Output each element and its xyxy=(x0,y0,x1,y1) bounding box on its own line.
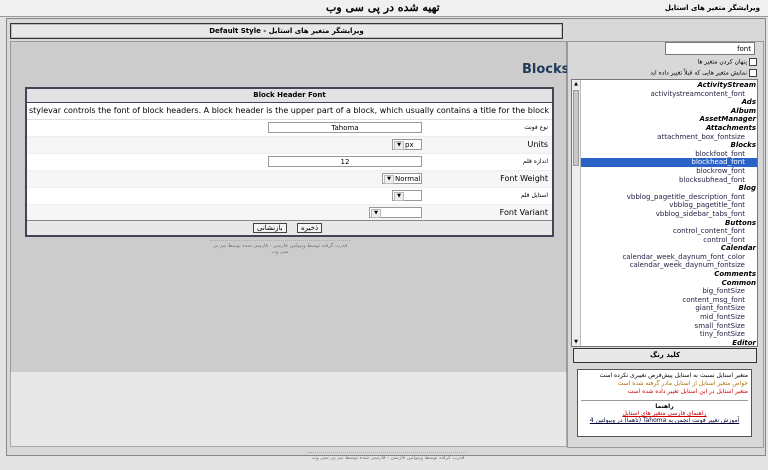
list-group-header: Comments xyxy=(714,270,756,279)
hide-vars-checkbox[interactable]: پنهان کردن متغیر ها xyxy=(698,58,757,66)
list-item[interactable]: control_font xyxy=(581,236,757,245)
scroll-down-icon[interactable]: ▼ xyxy=(572,338,580,346)
list-group-header: Album xyxy=(730,106,756,115)
list-item[interactable]: content_msg_font xyxy=(581,296,757,305)
list-item[interactable]: blockrow_font xyxy=(581,167,757,176)
list-item[interactable]: giant_fontSize xyxy=(581,304,757,313)
field-font-style: استایل قلم ▼ xyxy=(27,188,552,205)
scrollbar[interactable]: ▲ ▼ xyxy=(572,80,581,346)
field-label: اندازه قلم xyxy=(523,158,548,165)
main-pane-lower xyxy=(10,372,567,447)
help-link-guide[interactable]: راهنمای فارسی متغیر های استایل xyxy=(581,410,748,417)
select-value: px xyxy=(405,141,414,149)
checkbox-label: پنهان کردن متغیر ها xyxy=(697,58,747,66)
legend-default: متغیر استایل نسبت به استایل پیش‌فرض تغیی… xyxy=(599,372,748,379)
chevron-down-icon[interactable]: ▼ xyxy=(384,175,394,184)
list-item[interactable]: control_content_font xyxy=(581,227,757,236)
group-heading: Blocks xyxy=(522,62,570,77)
color-key-legend: متغیر استایل نسبت به استایل پیش‌فرض تغیی… xyxy=(577,369,752,437)
list-item[interactable]: small_fontSize xyxy=(581,322,757,331)
list-item[interactable]: big_fontSize xyxy=(581,287,757,296)
list-group-header: Calendar xyxy=(720,244,756,253)
list-item[interactable]: activitystreamcontent_font xyxy=(581,90,757,99)
list-items: ActivityStream activitystreamcontent_font… xyxy=(581,81,757,347)
field-label: Font Weight xyxy=(500,174,548,183)
chevron-down-icon[interactable]: ▼ xyxy=(371,209,381,218)
select-value: Normal xyxy=(395,175,421,183)
checkbox-label: نمایش متغیر هایی که قبلاً تغییر داده اید xyxy=(650,69,747,77)
app-title: ویرایشگر متغیر های استایل xyxy=(664,4,760,12)
help-title: راهنما xyxy=(655,403,674,410)
list-group-header: Buttons xyxy=(725,218,756,227)
list-group-header: AssetManager xyxy=(699,115,756,124)
list-group-header: ActivityStream xyxy=(697,81,756,89)
stylevar-list[interactable]: ▲ ▼ ActivityStream activitystreamcontent_… xyxy=(571,79,758,347)
chevron-down-icon[interactable]: ▼ xyxy=(394,141,404,150)
font-weight-select[interactable]: ▼ Normal xyxy=(382,173,422,184)
list-item[interactable]: mid_fontSize xyxy=(581,313,757,322)
chevron-down-icon[interactable]: ▼ xyxy=(394,192,404,201)
scroll-up-icon[interactable]: ▲ xyxy=(572,80,580,88)
font-style-select[interactable]: ▼ xyxy=(392,190,422,201)
form-buttons: بازنشانی ذخیره xyxy=(27,220,552,235)
divider xyxy=(308,452,468,453)
reset-button[interactable]: بازنشانی xyxy=(253,223,287,233)
list-group-header: Common xyxy=(721,278,756,287)
legend-inherited: خواص متغیر استایل از استایل مادر گرفته ش… xyxy=(617,380,748,387)
field-units: Units ▼ px xyxy=(27,137,552,154)
field-label: Font Variant xyxy=(499,208,548,217)
checkbox-box[interactable] xyxy=(749,58,757,66)
font-size-input[interactable]: 12 xyxy=(268,156,422,167)
main-footer: قدرت گرفته توسط ویبولتین فارسی - فارسی ش… xyxy=(210,240,350,255)
list-group-header: Editor xyxy=(732,338,756,347)
help-link-font-tutorial[interactable]: آموزش تغییر فونت انجمن به Tahoma (تاهما)… xyxy=(581,417,748,424)
list-group-header: Attachments xyxy=(705,123,756,132)
list-group-header: Ads xyxy=(741,98,756,107)
font-variant-select[interactable]: ▼ xyxy=(369,207,422,218)
search-input[interactable]: font xyxy=(665,42,755,55)
list-item[interactable]: vbblog_pagetitle_description_font xyxy=(581,193,757,202)
field-label: نوع فونت xyxy=(524,124,548,131)
top-bar: تهیه شده در پی سی وب ویرایشگر متغیر های … xyxy=(0,0,768,17)
footer-text: قدرت گرفته توسط ویبولتین فارسی - فارسی ش… xyxy=(311,455,465,461)
color-key-header: کلید رنگ xyxy=(573,348,757,363)
list-group-header: Blog xyxy=(738,184,756,193)
list-item[interactable]: blockhead_font xyxy=(581,158,757,167)
list-item[interactable]: blocksubhead_font xyxy=(581,176,757,185)
field-font-weight: Font Weight ▼ Normal xyxy=(27,171,552,188)
list-item[interactable]: calendar_week_daynum_font_color xyxy=(581,253,757,262)
help-section: راهنما راهنمای فارسی متغیر های استایل آم… xyxy=(581,400,748,424)
legend-customized: متغیر استایل در این استایل تغییر داده شد… xyxy=(627,388,748,395)
footer-text: قدرت گرفته توسط ویبولتین فارسی - فارسی ش… xyxy=(212,243,348,255)
list-item[interactable]: calendar_week_daynum_fontsize xyxy=(581,261,757,270)
field-label: Units xyxy=(527,140,548,149)
field-label: استایل قلم xyxy=(520,192,548,199)
stylevar-form: Block Header Font This stylevar controls… xyxy=(25,87,554,237)
show-changed-checkbox[interactable]: نمایش متغیر هایی که قبلاً تغییر داده اید xyxy=(650,69,757,77)
form-title: Block Header Font xyxy=(27,89,552,103)
form-description: This stylevar controls the font of block… xyxy=(27,103,552,120)
divider xyxy=(210,240,350,241)
brand-title: تهیه شده در پی سی وب xyxy=(326,1,440,14)
list-item[interactable]: vbblog_sidebar_tabs_font xyxy=(581,210,757,219)
save-button[interactable]: ذخیره xyxy=(297,223,323,233)
list-item[interactable]: blockfoot_font xyxy=(581,150,757,159)
units-select[interactable]: ▼ px xyxy=(392,139,422,150)
list-item[interactable]: vbblog_pagetitle_font xyxy=(581,201,757,210)
list-item[interactable]: attachment_box_fontsize xyxy=(581,133,757,142)
field-font-size: اندازه قلم 12 xyxy=(27,154,552,171)
font-family-input[interactable]: Tahoma xyxy=(268,122,422,133)
checkbox-box[interactable] xyxy=(749,69,757,77)
list-group-header: Blocks xyxy=(730,141,756,150)
field-font-family: نوع فونت Tahoma xyxy=(27,120,552,137)
page-footer: قدرت گرفته توسط ویبولتین فارسی - فارسی ش… xyxy=(308,452,468,461)
scrollbar-thumb[interactable] xyxy=(573,90,579,166)
list-item[interactable]: tiny_fontSize xyxy=(581,330,757,339)
page-header: ویرایشگر متغیر های استایل - Default Styl… xyxy=(10,23,563,39)
